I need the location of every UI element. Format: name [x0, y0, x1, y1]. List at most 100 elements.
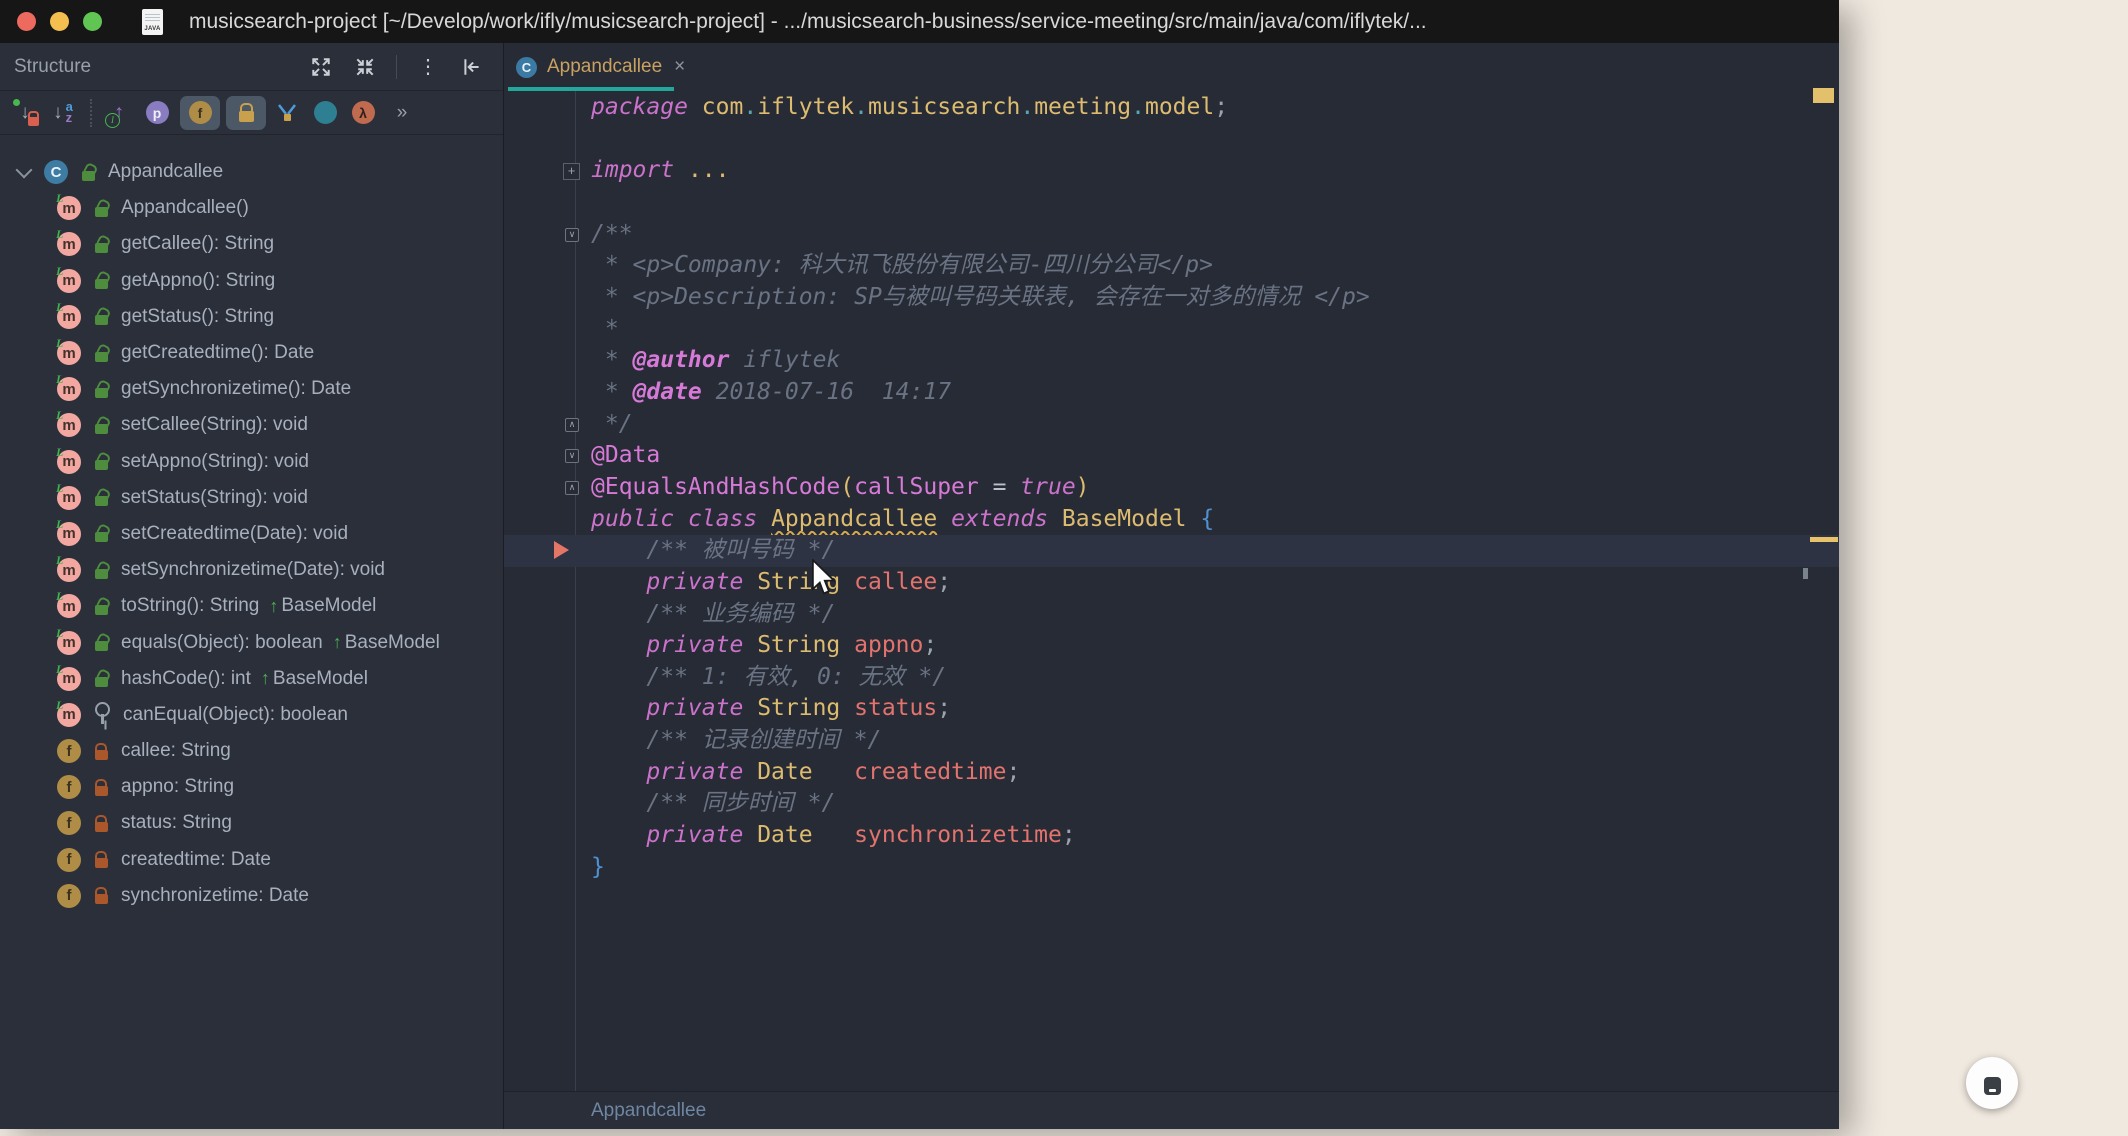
zoom-window-button[interactable] — [83, 12, 102, 31]
floating-desktop-button[interactable] — [1966, 1057, 2018, 1109]
gutter-run-marker-icon[interactable] — [554, 541, 569, 559]
window-title: musicsearch-project [~/Develop/work/ifly… — [189, 10, 1427, 34]
show-inherited-icon[interactable]: ↑ I — [104, 96, 134, 130]
code-line[interactable]: * @author iflytek — [504, 345, 1839, 377]
tree-item[interactable]: CAppandcallee — [0, 154, 503, 190]
tree-item[interactable]: mLgetCreatedtime(): Date — [0, 335, 503, 371]
code-text: private Date createdtime; — [591, 759, 1020, 785]
code-line[interactable]: +import ... — [504, 155, 1839, 187]
method-icon: mL — [57, 232, 81, 256]
code-line[interactable] — [504, 124, 1839, 156]
code-text: /** 同步时间 */ — [591, 790, 835, 816]
tree-item[interactable]: fcallee: String — [0, 733, 503, 769]
code-line[interactable]: package com.iflytek.musicsearch.meeting.… — [504, 92, 1839, 124]
code-line[interactable]: private Date createdtime; — [504, 757, 1839, 789]
code-editor[interactable]: package com.iflytek.musicsearch.meeting.… — [504, 91, 1839, 1091]
tree-item[interactable]: mLcanEqual(Object): boolean — [0, 697, 503, 733]
code-line[interactable]: ∨ @Data — [504, 440, 1839, 472]
code-line[interactable]: private String callee; — [504, 567, 1839, 599]
breadcrumb-bar: Appandcallee — [504, 1091, 1839, 1129]
public-lock-icon — [82, 171, 95, 181]
tree-item[interactable]: mLgetCallee(): String — [0, 226, 503, 262]
sort-by-visibility-icon[interactable]: ↓ — [10, 96, 40, 130]
tree-item[interactable]: fappno: String — [0, 769, 503, 805]
code-line[interactable]: ∧@EqualsAndHashCode(callSuper = true) — [504, 472, 1839, 504]
tree-item[interactable]: mLsetSynchronizetime(Date): void — [0, 552, 503, 588]
code-line[interactable]: } — [504, 852, 1839, 884]
code-line[interactable]: /** 同步时间 */ — [504, 788, 1839, 820]
expand-all-icon[interactable] — [308, 54, 334, 80]
tree-item-label: createdtime: Date — [121, 849, 271, 871]
tree-item[interactable]: mLgetAppno(): String — [0, 263, 503, 299]
show-properties-icon[interactable]: p — [142, 96, 172, 130]
close-window-button[interactable] — [17, 12, 36, 31]
class-icon: C — [516, 57, 537, 78]
public-lock-icon — [95, 532, 108, 542]
breadcrumb-item-class[interactable]: Appandcallee — [591, 1100, 706, 1122]
collapse-all-icon[interactable] — [352, 54, 378, 80]
tab-appandcallee[interactable]: C Appandcallee × — [516, 43, 685, 91]
fold-expand-icon[interactable]: + — [563, 163, 580, 180]
tree-item[interactable]: fsynchronizetime: Date — [0, 878, 503, 914]
error-stripe-caret-mark[interactable] — [1803, 568, 1808, 579]
code-line[interactable]: * — [504, 314, 1839, 346]
code-line[interactable]: public class Appandcallee extends BaseMo… — [504, 504, 1839, 536]
tab-close-icon[interactable]: × — [674, 56, 685, 78]
public-lock-icon — [95, 352, 108, 362]
sort-alphabetically-icon[interactable]: ↓ az — [48, 96, 78, 130]
code-line[interactable]: * <p>Company: 科大讯飞股份有限公司-四川分公司</p> — [504, 250, 1839, 282]
method-icon: mL — [57, 667, 81, 691]
tree-item[interactable]: mLsetCallee(String): void — [0, 407, 503, 443]
public-lock-icon — [95, 424, 108, 434]
show-lambdas-icon[interactable]: λ — [348, 96, 378, 130]
code-line[interactable]: * @date 2018-07-16 14:17 — [504, 377, 1839, 409]
tree-item[interactable]: mLsetStatus(String): void — [0, 480, 503, 516]
scope-filter-icon[interactable] — [310, 96, 340, 130]
tree-item[interactable]: fcreatedtime: Date — [0, 842, 503, 878]
minimize-window-button[interactable] — [50, 12, 69, 31]
chevron-down-icon[interactable] — [16, 162, 33, 179]
panel-options-icon[interactable]: ⋮ — [415, 54, 441, 80]
code-text: * <p>Description: SP与被叫号码关联表, 会存在一对多的情况 … — [591, 284, 1370, 310]
error-stripe-warning-mark[interactable] — [1810, 537, 1838, 542]
show-fields-icon[interactable]: f — [180, 96, 220, 130]
code-line[interactable]: private String status; — [504, 693, 1839, 725]
code-text: @Data — [591, 442, 660, 468]
more-toolbar-icon[interactable]: » — [386, 96, 416, 130]
code-line[interactable]: ∧ */ — [504, 409, 1839, 441]
fold-region-icon[interactable]: ∧ — [565, 418, 579, 432]
tree-item[interactable]: mLtoString(): String↑BaseModel — [0, 588, 503, 624]
tree-item[interactable]: mLequals(Object): boolean↑BaseModel — [0, 624, 503, 660]
tree-item[interactable]: mLgetStatus(): String — [0, 299, 503, 335]
method-icon: mL — [57, 486, 81, 510]
tree-item-label: status: String — [121, 812, 232, 834]
code-line[interactable]: private Date synchronizetime; — [504, 820, 1839, 852]
code-line[interactable] — [504, 187, 1839, 219]
code-line[interactable]: /** 被叫号码 */ — [504, 535, 1839, 567]
tree-item[interactable]: mLgetSynchronizetime(): Date — [0, 371, 503, 407]
code-line[interactable]: private String appno; — [504, 630, 1839, 662]
code-line[interactable]: * <p>Description: SP与被叫号码关联表, 会存在一对多的情况 … — [504, 282, 1839, 314]
code-line[interactable]: ∨/** — [504, 219, 1839, 251]
file-status-warning-indicator[interactable] — [1813, 88, 1834, 103]
field-icon: f — [57, 811, 81, 835]
tree-item-label: appno: String — [121, 776, 234, 798]
header-separator — [396, 55, 397, 79]
code-line[interactable]: /** 业务编码 */ — [504, 599, 1839, 631]
code-line[interactable]: /** 记录创建时间 */ — [504, 725, 1839, 757]
tree-item[interactable]: f status: String — [0, 805, 503, 841]
tree-item[interactable]: mLsetCreatedtime(Date): void — [0, 516, 503, 552]
method-icon: mL — [57, 341, 81, 365]
fold-region-icon[interactable]: ∨ — [565, 228, 579, 242]
lombok-badge: L — [56, 698, 63, 713]
fold-region-icon[interactable]: ∨ — [565, 449, 579, 463]
code-line[interactable]: /** 1: 有效, 0: 无效 */ — [504, 662, 1839, 694]
hide-panel-icon[interactable] — [459, 54, 485, 80]
show-non-public-icon[interactable] — [226, 96, 266, 130]
tree-item[interactable]: mLAppandcallee() — [0, 190, 503, 226]
tree-item[interactable]: mLhashCode(): int↑BaseModel — [0, 661, 503, 697]
fold-region-icon[interactable]: ∧ — [565, 481, 579, 495]
group-methods-icon[interactable] — [272, 96, 302, 130]
tree-item-label: equals(Object): boolean — [121, 632, 323, 654]
tree-item[interactable]: mLsetAppno(String): void — [0, 444, 503, 480]
